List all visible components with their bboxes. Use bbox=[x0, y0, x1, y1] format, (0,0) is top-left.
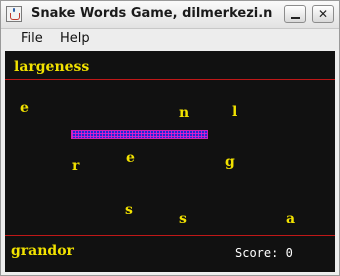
java-cup-mark bbox=[10, 13, 20, 20]
menu-file[interactable]: File bbox=[21, 31, 43, 46]
app-window: Snake Words Game, dilmerkezi.n ✕ File He… bbox=[0, 0, 340, 276]
letter-tile: e bbox=[126, 150, 135, 166]
title-bar[interactable]: Snake Words Game, dilmerkezi.n ✕ bbox=[1, 1, 339, 29]
letter-tile: g bbox=[225, 154, 235, 170]
minimize-button[interactable] bbox=[284, 5, 306, 23]
letter-tile: e bbox=[20, 100, 29, 116]
game-board[interactable]: largeness e n l r e g s s a grandor Scor… bbox=[5, 51, 335, 272]
menu-bar: File Help bbox=[1, 29, 339, 49]
java-app-icon[interactable] bbox=[6, 6, 22, 22]
letter-tile: s bbox=[179, 211, 187, 227]
score-display: Score: 0 bbox=[235, 246, 293, 260]
letter-tile: n bbox=[179, 105, 190, 121]
current-word: grandor bbox=[11, 243, 74, 259]
target-word: largeness bbox=[14, 59, 90, 75]
close-button[interactable]: ✕ bbox=[312, 5, 334, 23]
minimize-icon bbox=[291, 17, 300, 19]
bottom-divider bbox=[5, 235, 335, 236]
java-steam-mark bbox=[13, 8, 15, 12]
snake bbox=[71, 130, 208, 139]
menu-help[interactable]: Help bbox=[60, 31, 90, 46]
letter-tile: l bbox=[232, 104, 238, 120]
letter-tile: s bbox=[125, 202, 133, 218]
letter-tile: r bbox=[72, 158, 80, 174]
top-divider bbox=[5, 79, 335, 80]
window-title: Snake Words Game, dilmerkezi.n bbox=[31, 6, 273, 21]
letter-tile: a bbox=[286, 211, 296, 227]
